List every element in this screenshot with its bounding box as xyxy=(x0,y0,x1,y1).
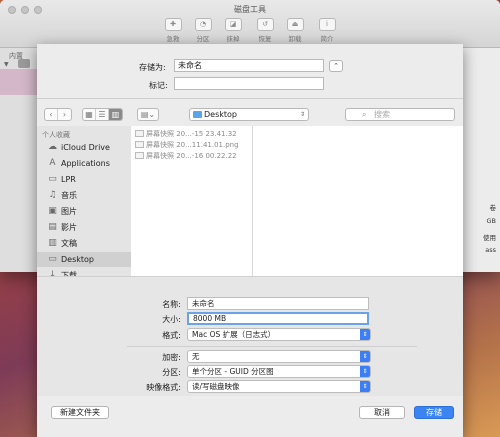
sidebar-item-downloads[interactable]: ↓ 下载 xyxy=(37,268,131,276)
sidebar-item-music[interactable]: ♫ 音乐 xyxy=(37,188,131,203)
expand-dialog-button[interactable]: ⌃ xyxy=(329,60,343,72)
folder-icon: ▭ xyxy=(48,174,57,184)
name-field[interactable]: 未命名 xyxy=(187,297,369,310)
view-mode-group: ▦ ☰ ▥ xyxy=(82,108,123,121)
image-file-icon xyxy=(135,141,144,148)
volume-info-fragment: ass xyxy=(485,246,496,254)
back-forward-group: ‹ › xyxy=(44,108,72,121)
partition-label: 分区: xyxy=(162,368,181,377)
cancel-button[interactable]: 取消 xyxy=(359,406,405,419)
location-popup[interactable]: Desktop ⇕ xyxy=(189,108,309,121)
info-icon: i xyxy=(318,18,336,31)
file-browser-preview-column xyxy=(253,126,463,276)
save-as-label: 存储为: xyxy=(139,63,166,72)
partition-select[interactable]: 单个分区 - GUID 分区图 ⇕ xyxy=(187,365,371,378)
image-file-icon xyxy=(135,152,144,159)
erase-icon: ◪ xyxy=(224,18,242,31)
format-label: 格式: xyxy=(162,331,181,340)
save-as-field[interactable]: 未命名 xyxy=(174,59,324,72)
folder-icon xyxy=(193,111,202,118)
first-aid-button[interactable]: ✚ 急救 xyxy=(158,18,188,43)
sidebar-item-icloud-drive[interactable]: ☁ iCloud Drive xyxy=(37,140,131,155)
updown-arrow-icon: ⇕ xyxy=(360,329,370,340)
arrange-group: ▤⌄ xyxy=(137,108,159,121)
partition-icon: ◔ xyxy=(194,18,212,31)
updown-arrow-icon: ⇕ xyxy=(299,111,305,118)
divider xyxy=(127,346,417,347)
search-icon: ⌕ xyxy=(362,110,367,119)
sidebar-item-lpr[interactable]: ▭ LPR xyxy=(37,172,131,187)
film-icon: ▤ xyxy=(48,222,57,232)
name-label: 名称: xyxy=(162,300,181,309)
cloud-icon: ☁ xyxy=(48,142,57,152)
document-icon: ▥ xyxy=(48,238,57,248)
icon-view-icon[interactable]: ▦ xyxy=(83,109,96,120)
info-button[interactable]: i 简介 xyxy=(312,18,342,43)
window-titlebar: 磁盘工具 ✚ 急救 ◔ 分区 ◪ 抹掉 ↺ 恢复 ⏏ 卸载 i 简介 xyxy=(0,0,500,48)
applications-icon: A xyxy=(49,158,56,168)
stethoscope-icon: ✚ xyxy=(164,18,182,31)
sidebar-item-pictures[interactable]: ▣ 图片 xyxy=(37,204,131,219)
arrange-menu-icon[interactable]: ▤⌄ xyxy=(138,109,158,120)
disclosure-triangle-icon[interactable]: ▼ xyxy=(4,61,9,68)
volume-info-fragment: 使用 xyxy=(483,234,496,242)
updown-arrow-icon: ⇕ xyxy=(360,351,370,362)
sidebar-item-documents[interactable]: ▥ 文稿 xyxy=(37,236,131,251)
window-title: 磁盘工具 xyxy=(234,5,266,14)
new-folder-button[interactable]: 新建文件夹 xyxy=(51,406,109,419)
sidebar-item-desktop[interactable]: ▭ Desktop xyxy=(37,252,131,267)
file-item[interactable]: 屏幕快照 20...-15 23.41.32 xyxy=(133,129,237,139)
format-select[interactable]: Mac OS 扩展（日志式） ⇕ xyxy=(187,328,371,341)
file-browser-column: 屏幕快照 20...-15 23.41.32 屏幕快照 20...11.41.0… xyxy=(131,126,253,276)
selected-volume-row[interactable] xyxy=(0,69,40,95)
encryption-label: 加密: xyxy=(162,353,181,362)
unmount-button[interactable]: ⏏ 卸载 xyxy=(280,18,310,43)
search-placeholder: 搜索 xyxy=(374,110,390,119)
search-input[interactable]: ⌕ 搜索 xyxy=(345,108,455,121)
erase-button[interactable]: ◪ 抹掉 xyxy=(218,18,248,43)
file-item[interactable]: 屏幕快照 20...-16 00.22.22 xyxy=(133,151,237,161)
desktop-icon: ▭ xyxy=(48,254,57,264)
disk-sidebar: 内置 ▼ xyxy=(0,48,40,272)
updown-arrow-icon: ⇕ xyxy=(360,381,370,392)
size-label: 大小: xyxy=(162,315,181,324)
camera-icon: ▣ xyxy=(48,206,57,216)
tags-label: 标记: xyxy=(149,81,168,90)
music-icon: ♫ xyxy=(48,190,57,200)
disk-icon[interactable] xyxy=(18,59,30,68)
column-view-icon[interactable]: ▥ xyxy=(109,109,122,120)
volume-info-fragment: GB xyxy=(486,217,497,225)
tags-field[interactable] xyxy=(174,77,324,90)
file-item[interactable]: 屏幕快照 20...11.41.01.png xyxy=(133,140,239,150)
favorites-header: 个人收藏 xyxy=(42,131,70,139)
sidebar-item-movies[interactable]: ▤ 影片 xyxy=(37,220,131,235)
partition-button[interactable]: ◔ 分区 xyxy=(188,18,218,43)
restore-button[interactable]: ↺ 恢复 xyxy=(250,18,280,43)
image-file-icon xyxy=(135,130,144,137)
image-options-panel: 名称: 未命名 大小: 8000 MB 格式: Mac OS 扩展（日志式） ⇕ … xyxy=(37,276,463,396)
image-format-label: 映像格式: xyxy=(146,383,181,392)
save-button[interactable]: 存储 xyxy=(414,406,454,419)
image-format-select[interactable]: 读/写磁盘映像 ⇕ xyxy=(187,380,371,393)
updown-arrow-icon: ⇕ xyxy=(360,366,370,377)
list-view-icon[interactable]: ☰ xyxy=(96,109,109,120)
sidebar-item-applications[interactable]: A Applications xyxy=(37,156,131,171)
encryption-select[interactable]: 无 ⇕ xyxy=(187,350,371,363)
location-label: Desktop xyxy=(204,110,237,119)
favorites-sidebar: 个人收藏 ☁ iCloud Drive A Applications ▭ LPR ♫ 音… xyxy=(37,126,131,276)
back-button[interactable]: ‹ xyxy=(45,109,58,120)
save-sheet: 存储为: 未命名 ⌃ 标记: ‹ › ▦ ☰ ▥ ▤⌄ Desktop ⇕ ⌕ … xyxy=(37,44,463,437)
volume-info-fragment: 卷 xyxy=(489,204,497,212)
eject-icon: ⏏ xyxy=(286,18,304,31)
forward-button[interactable]: › xyxy=(58,109,71,120)
divider xyxy=(37,98,463,99)
restore-icon: ↺ xyxy=(256,18,274,31)
chevron-up-icon: ⌃ xyxy=(333,62,339,70)
size-field[interactable]: 8000 MB xyxy=(187,312,369,325)
